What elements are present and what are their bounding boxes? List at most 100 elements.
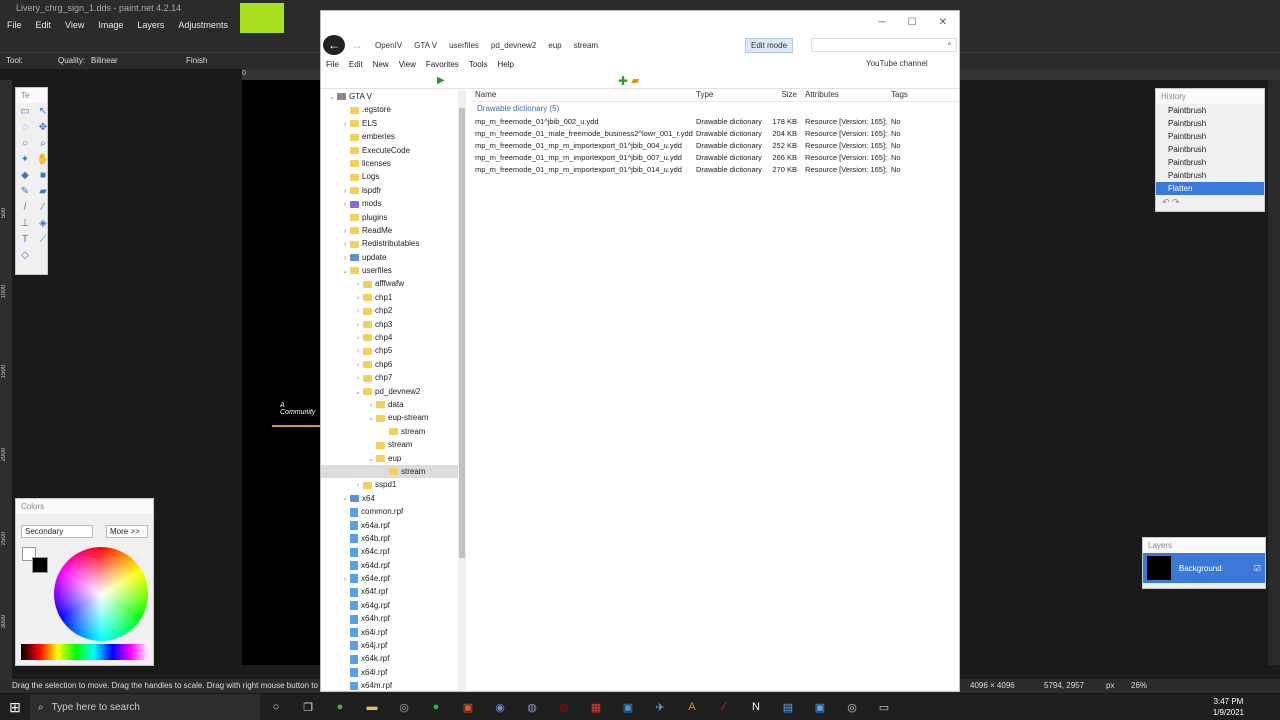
history-item[interactable]: Paintbrush — [1156, 169, 1264, 182]
tree-item[interactable]: licenses — [321, 157, 459, 170]
history-item[interactable]: Paintbrush — [1156, 117, 1264, 130]
paintnet-icon[interactable]: ▣ — [804, 701, 836, 714]
chevron-right-icon[interactable]: › — [353, 278, 363, 291]
app-icon-a[interactable]: A — [676, 701, 708, 713]
tree-item[interactable]: x64k.rpf — [321, 652, 459, 665]
chevron-down-icon[interactable]: ⌄ — [366, 453, 376, 466]
chevron-right-icon[interactable]: › — [353, 345, 363, 358]
tree-item[interactable]: x64c.rpf — [321, 545, 459, 558]
cortana-icon[interactable]: ○ — [260, 701, 292, 713]
app-icon-circle[interactable]: ◎ — [836, 701, 868, 714]
app-icon-paint[interactable]: ▤ — [772, 701, 804, 714]
tree-item[interactable]: › update — [321, 251, 459, 264]
color-picker-icon[interactable]: ⁄ — [36, 201, 50, 215]
tree-item[interactable]: x64a.rpf — [321, 519, 459, 532]
text-icon[interactable]: T — [18, 233, 32, 247]
tree-item[interactable]: x64g.rpf — [321, 599, 459, 612]
line-icon[interactable]: ⟋ — [36, 233, 50, 247]
tree-scrollbar-thumb[interactable] — [459, 108, 465, 558]
eraser-icon[interactable]: ▰ — [36, 185, 50, 199]
app-icon-gamepad[interactable]: ▭ — [868, 701, 900, 714]
edit-mode-button[interactable]: Edit mode — [745, 38, 794, 53]
chevron-right-icon[interactable]: › — [340, 238, 350, 251]
clone-stamp-icon[interactable]: ⊥ — [18, 217, 32, 231]
finish-button[interactable]: Finish — [186, 56, 207, 65]
layer-visible-checkbox[interactable]: ☑ — [1254, 564, 1261, 573]
tree-item[interactable]: stream — [321, 425, 459, 438]
tree-item[interactable]: stream — [321, 438, 459, 451]
chevron-right-icon[interactable]: › — [340, 118, 350, 131]
secondary-color-swatch[interactable] — [32, 557, 48, 573]
quality-select[interactable]: Bilinear — [91, 56, 118, 65]
chevron-down-icon[interactable]: ⌄ — [327, 91, 337, 104]
menu-edit[interactable]: Edit — [29, 17, 59, 33]
tree-item[interactable]: x64l.rpf — [321, 666, 459, 679]
breadcrumb-item[interactable]: pd_devnew2 — [485, 41, 542, 50]
tree-item[interactable]: stream — [321, 464, 459, 479]
menu-adjustments[interactable]: Adjustments — [171, 17, 235, 33]
chrome-icon[interactable]: ● — [324, 701, 356, 713]
search-icon[interactable]: ⌕ — [811, 38, 957, 52]
app-icon-n[interactable]: N — [740, 701, 772, 713]
file-row[interactable]: mp_m_freemode_01_male_freemode_business2… — [471, 128, 959, 140]
tree-item[interactable]: ⌄ eup-stream — [321, 411, 459, 424]
chevron-right-icon[interactable]: › — [353, 372, 363, 385]
tree-item[interactable]: Logs — [321, 170, 459, 183]
column-tags[interactable]: Tags — [891, 90, 931, 101]
tree-item[interactable]: › ReadMe — [321, 224, 459, 237]
tree-item[interactable]: › x64 — [321, 492, 459, 505]
windows-start-icon[interactable]: ⊞ — [0, 699, 30, 716]
tree-item[interactable]: › chp7 — [321, 371, 459, 384]
column-name[interactable]: Name — [471, 90, 696, 101]
tree-item[interactable]: x64i.rpf — [321, 626, 459, 639]
chevron-right-icon[interactable]: › — [353, 332, 363, 345]
menu-layers[interactable]: Layers — [130, 17, 171, 33]
openiv-menu-view[interactable]: View — [394, 59, 421, 73]
openiv-menu-tools[interactable]: Tools — [464, 59, 493, 73]
more-button[interactable]: More >> — [106, 525, 148, 538]
tree-item[interactable]: ⌄ userfiles — [321, 264, 459, 277]
file-row[interactable]: mp_m_freemode_01^jbib_002_u.ydd Drawable … — [471, 116, 959, 128]
tree-item[interactable]: › lspdfr — [321, 184, 459, 197]
move-icon[interactable]: ✥ — [36, 121, 50, 135]
lasso-icon[interactable]: ◌ — [18, 121, 32, 135]
app-icon-blue[interactable]: ◍ — [516, 701, 548, 714]
chevron-down-icon[interactable]: ⌄ — [353, 386, 363, 399]
app-icon-slash[interactable]: ⁄ — [708, 701, 740, 713]
run-icon[interactable]: ▶ — [437, 75, 445, 86]
openiv-menu-favorites[interactable]: Favorites — [421, 59, 464, 73]
recolor-icon[interactable]: ◈ — [36, 217, 50, 231]
color-mode-select[interactable]: Secondary — [21, 525, 93, 538]
clock[interactable]: 3:47 PM 1/9/2021 — [1213, 694, 1244, 718]
chevron-right-icon[interactable]: › — [340, 185, 350, 198]
rectangle-select-icon[interactable]: ▭ — [18, 105, 32, 119]
openiv-menu-edit[interactable]: Edit — [344, 59, 368, 73]
column-type[interactable]: Type — [696, 90, 771, 101]
tree-item[interactable]: ⌄ pd_devnew2 — [321, 385, 459, 398]
back-arrow-icon[interactable]: ← — [323, 35, 345, 55]
tree-item[interactable]: › chp1 — [321, 291, 459, 304]
breadcrumb-item[interactable]: OpenIV — [369, 41, 408, 50]
tree-item[interactable]: x64f.rpf — [321, 585, 459, 598]
tree-item[interactable]: x64d.rpf — [321, 559, 459, 572]
column-attributes[interactable]: Attributes — [801, 90, 891, 101]
chevron-right-icon[interactable]: › — [353, 319, 363, 332]
openiv-menu-help[interactable]: Help — [493, 59, 519, 73]
chevron-right-icon[interactable]: › — [340, 198, 350, 211]
steam-icon[interactable]: ◎ — [388, 701, 420, 714]
discord-icon[interactable]: ◉ — [484, 701, 516, 714]
tree-item[interactable]: common.rpf — [321, 505, 459, 518]
app-icon-red-square[interactable]: ▦ — [580, 701, 612, 714]
layer-item[interactable]: Background ☑ — [1143, 553, 1265, 583]
color-wheel[interactable] — [54, 547, 148, 641]
tree-item[interactable]: › sspd1 — [321, 478, 459, 491]
file-row[interactable]: mp_m_freemode_01_mp_m_importexport_01^jb… — [471, 140, 959, 152]
chevron-right-icon[interactable]: › — [353, 479, 363, 492]
file-group-header[interactable]: Drawable dictionary (5) — [471, 102, 959, 116]
tree-item[interactable]: › Redistributables — [321, 237, 459, 250]
app-icon-orange[interactable]: ▣ — [452, 701, 484, 714]
tree-item[interactable]: plugins — [321, 211, 459, 224]
image-canvas[interactable]: A Community — [242, 80, 320, 665]
paint-bucket-icon[interactable]: ◆ — [18, 169, 32, 183]
history-item[interactable]: Paintbrush — [1156, 156, 1264, 169]
